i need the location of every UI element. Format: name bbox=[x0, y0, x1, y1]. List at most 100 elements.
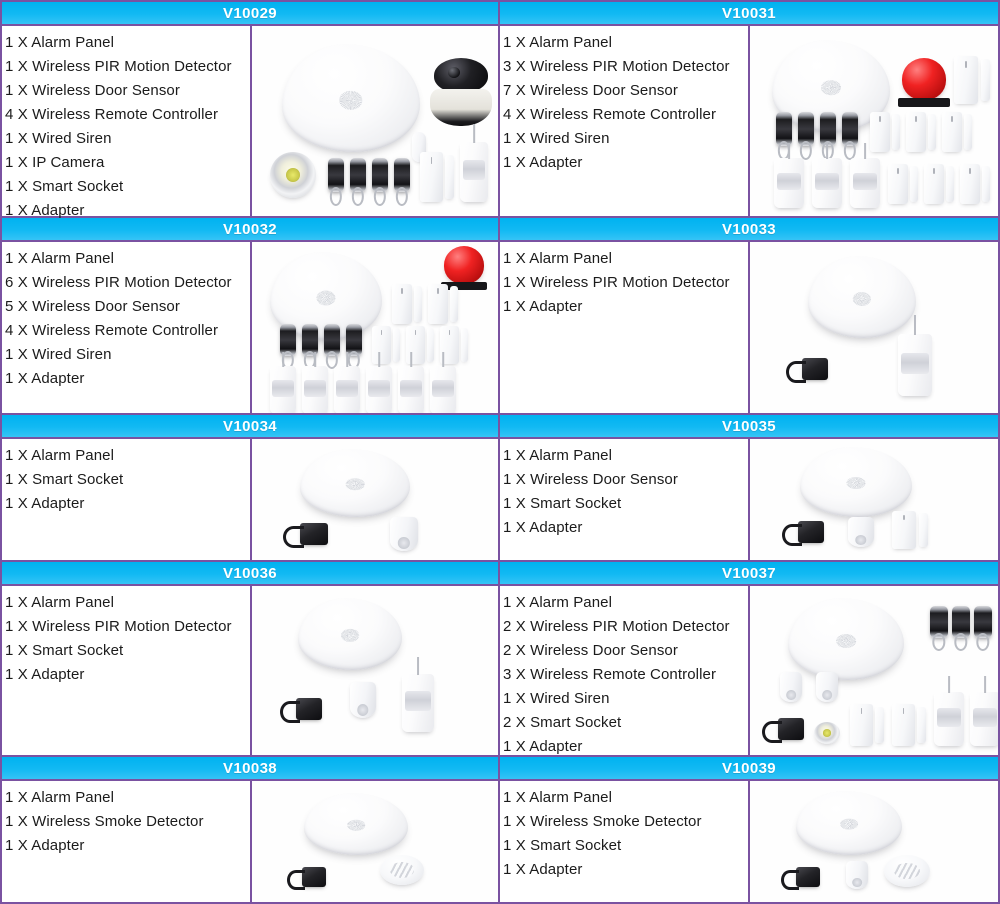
product-image-pane bbox=[252, 242, 498, 413]
product-image-pane bbox=[252, 586, 498, 755]
product-comparison-table: V10029 1 X Alarm Panel 1 X Wireless PIR Mo… bbox=[0, 0, 1000, 904]
product-content-item: 1 X IP Camera bbox=[5, 154, 105, 171]
panel-product-image bbox=[282, 44, 420, 152]
panel-product-image bbox=[300, 449, 410, 517]
door-sensor-magnet bbox=[875, 706, 884, 744]
product-model-header: V10032 bbox=[2, 218, 498, 242]
product-content-item: 1 X Alarm Panel bbox=[5, 789, 115, 806]
product-card-v10034[interactable]: V10034 1 X Alarm Panel 1 X Smart Socket 1 X… bbox=[0, 415, 500, 562]
product-content-item: 2 X Wireless PIR Motion Detector bbox=[503, 618, 730, 635]
door-sensor-magnet bbox=[426, 328, 434, 362]
door-product-image bbox=[428, 284, 458, 324]
product-content-item: 1 X Adapter bbox=[503, 519, 583, 536]
product-card-v10035[interactable]: V10035 1 X Alarm Panel 1 X Wireless Door S… bbox=[500, 415, 1000, 562]
product-card-v10037[interactable]: V10037 1 X Alarm Panel 2 X Wireless PIR Mo… bbox=[500, 562, 1000, 757]
pir-product-image bbox=[934, 692, 964, 746]
adapter-product-image bbox=[287, 867, 326, 891]
product-row: V10029 1 X Alarm Panel 1 X Wireless PIR Mo… bbox=[0, 0, 1000, 219]
remote-product-image bbox=[324, 324, 340, 356]
remote-product-image bbox=[328, 158, 344, 192]
product-model-header: V10038 bbox=[2, 757, 498, 781]
product-content-item: 1 X Smart Socket bbox=[5, 471, 124, 488]
product-contents-list: 1 X Alarm Panel 1 X Wireless Smoke Detect… bbox=[500, 781, 750, 902]
product-model-header: V10036 bbox=[2, 562, 498, 586]
remote-product-image bbox=[930, 606, 948, 638]
door-product-image bbox=[892, 511, 928, 549]
product-image-pane bbox=[750, 439, 998, 560]
product-card-body: 1 X Alarm Panel 1 X Wireless Smoke Detect… bbox=[500, 781, 998, 902]
product-content-item: 5 X Wireless Door Sensor bbox=[5, 298, 180, 315]
product-contents-list: 1 X Alarm Panel 1 X Wireless Smoke Detect… bbox=[2, 781, 252, 902]
door-sensor-magnet bbox=[392, 328, 400, 362]
door-sensor-body bbox=[906, 112, 927, 152]
product-card-v10031[interactable]: V10031 1 X Alarm Panel 3 X Wireless PIR Mo… bbox=[500, 0, 1000, 218]
product-content-item: 3 X Wireless PIR Motion Detector bbox=[503, 58, 730, 75]
product-contents-list: 1 X Alarm Panel 1 X Wireless PIR Motion D… bbox=[500, 242, 750, 413]
pir-product-image bbox=[402, 674, 434, 732]
product-card-v10033[interactable]: V10033 1 X Alarm Panel 1 X Wireless PIR Mo… bbox=[500, 218, 1000, 415]
door-product-image bbox=[954, 56, 990, 104]
product-content-item: 1 X Alarm Panel bbox=[5, 594, 115, 611]
door-product-image bbox=[392, 284, 422, 324]
product-card-v10036[interactable]: V10036 1 X Alarm Panel 1 X Wireless PIR Mo… bbox=[0, 562, 500, 757]
door-sensor-magnet bbox=[460, 328, 468, 362]
product-content-item: 1 X Wired Siren bbox=[5, 346, 112, 363]
product-content-item: 1 X Adapter bbox=[503, 298, 583, 315]
door-sensor-body bbox=[406, 326, 426, 364]
product-content-item: 4 X Wireless Remote Controller bbox=[503, 106, 717, 123]
panel-product-image bbox=[788, 598, 904, 680]
product-card-v10038[interactable]: V10038 1 X Alarm Panel 1 X Wireless Smoke … bbox=[0, 757, 500, 904]
product-card-v10032[interactable]: V10032 1 X Alarm Panel 6 X Wireless PIR Mo… bbox=[0, 218, 500, 415]
product-contents-list: 1 X Alarm Panel 1 X Smart Socket 1 X Adapt… bbox=[2, 439, 252, 560]
product-contents-list: 1 X Alarm Panel 3 X Wireless PIR Motion D… bbox=[500, 26, 750, 216]
adapter-product-image bbox=[781, 867, 820, 891]
door-sensor-magnet bbox=[917, 706, 926, 744]
door-sensor-magnet bbox=[450, 286, 458, 322]
door-sensor-body bbox=[892, 511, 917, 549]
product-card-body: 1 X Alarm Panel 1 X Smart Socket 1 X Adapt… bbox=[2, 439, 498, 560]
door-sensor-body bbox=[392, 284, 413, 324]
pir-product-image bbox=[970, 692, 998, 746]
strobe-product-image bbox=[270, 152, 316, 198]
strobe-product-image bbox=[814, 722, 840, 744]
smoke-product-image bbox=[380, 855, 424, 885]
product-card-v10029[interactable]: V10029 1 X Alarm Panel 1 X Wireless PIR Mo… bbox=[0, 0, 500, 219]
door-product-image bbox=[888, 164, 918, 204]
pir-product-image bbox=[774, 158, 804, 208]
product-model-header: V10035 bbox=[500, 415, 998, 439]
door-sensor-body bbox=[850, 704, 874, 746]
product-image-pane bbox=[750, 781, 998, 902]
camera-lens bbox=[433, 58, 489, 94]
product-card-body: 1 X Alarm Panel 3 X Wireless PIR Motion D… bbox=[500, 26, 998, 216]
product-model-header: V10029 bbox=[2, 2, 498, 26]
product-content-item: 7 X Wireless Door Sensor bbox=[503, 82, 678, 99]
product-card-body: 1 X Alarm Panel 1 X Wireless PIR Motion D… bbox=[2, 586, 498, 755]
product-content-item: 1 X Adapter bbox=[5, 666, 85, 683]
door-sensor-magnet bbox=[445, 155, 454, 199]
siren-product-image bbox=[898, 58, 950, 107]
product-content-item: 1 X Alarm Panel bbox=[503, 34, 613, 51]
product-content-item: 1 X Wireless PIR Motion Detector bbox=[5, 618, 232, 635]
door-sensor-magnet bbox=[946, 166, 954, 202]
product-image-pane bbox=[750, 586, 998, 755]
product-content-item: 1 X Alarm Panel bbox=[503, 594, 613, 611]
panel-product-image bbox=[298, 598, 402, 670]
door-sensor-magnet bbox=[918, 513, 928, 547]
door-sensor-body bbox=[428, 284, 449, 324]
door-sensor-body bbox=[892, 704, 916, 746]
product-card-body: 1 X Alarm Panel 1 X Wireless Smoke Detect… bbox=[2, 781, 498, 902]
smoke-product-image bbox=[884, 855, 930, 887]
remote-product-image bbox=[820, 112, 836, 146]
product-card-v10039[interactable]: V10039 1 X Alarm Panel 1 X Wireless Smoke … bbox=[500, 757, 1000, 904]
door-product-image bbox=[420, 152, 454, 202]
door-product-image bbox=[870, 112, 900, 152]
product-model-header: V10033 bbox=[500, 218, 998, 242]
product-row: V10036 1 X Alarm Panel 1 X Wireless PIR Mo… bbox=[0, 562, 1000, 757]
door-product-image bbox=[372, 326, 400, 364]
product-content-item: 1 X Adapter bbox=[5, 495, 85, 512]
product-contents-list: 1 X Alarm Panel 1 X Wireless PIR Motion D… bbox=[2, 26, 252, 219]
socket-product-image bbox=[846, 861, 868, 889]
panel-product-image bbox=[796, 791, 902, 855]
product-image-pane bbox=[750, 242, 998, 413]
product-content-item: 2 X Smart Socket bbox=[503, 714, 622, 731]
